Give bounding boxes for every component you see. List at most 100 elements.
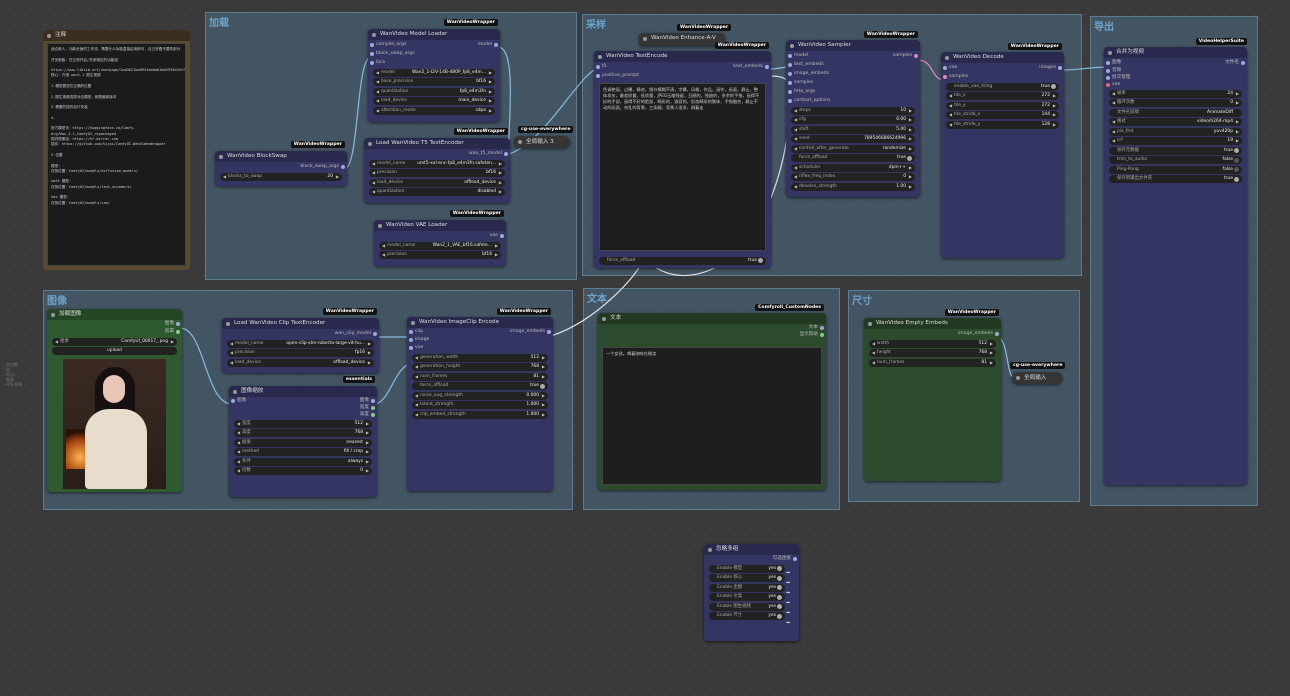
jump-arrow-icon[interactable]: ➡ — [786, 598, 796, 608]
widget-t5-precision[interactable]: ◀ precision bf16 ▶ — [369, 169, 505, 177]
arrow-left-icon[interactable]: ◀ — [237, 467, 240, 475]
arrow-left-icon[interactable]: ◀ — [872, 349, 875, 357]
arrow-left-icon[interactable]: ◀ — [415, 401, 418, 409]
arrow-right-icon[interactable]: ▶ — [542, 411, 545, 419]
toggle-icon[interactable] — [777, 585, 782, 590]
arrow-right-icon[interactable]: ▶ — [1236, 118, 1239, 126]
arrow-right-icon[interactable]: ▶ — [542, 373, 545, 381]
socket-icon[interactable] — [596, 64, 600, 69]
widget-pix-fmt[interactable]: ◀ pix_fmt yuv420p ▶ — [1109, 127, 1242, 136]
widget-save-output[interactable]: 保存到输出文件夹 true — [1109, 175, 1242, 183]
arrow-left-icon[interactable]: ◀ — [415, 354, 418, 362]
socket-icon[interactable] — [765, 64, 769, 69]
arrow-left-icon[interactable]: ◀ — [372, 169, 375, 177]
widget-resize-height[interactable]: ◀ 高度 768 ▶ — [234, 429, 372, 437]
socket-icon[interactable] — [995, 331, 999, 336]
arrow-right-icon[interactable]: ▶ — [489, 69, 492, 77]
widget-t5-load-device[interactable]: ◀ load_device offload_device ▶ — [369, 178, 505, 187]
arrow-right-icon[interactable]: ▶ — [366, 420, 369, 428]
output-height[interactable]: 高度 — [229, 411, 377, 418]
widget-cfg[interactable]: ◀ cfg 6.00 ▶ — [791, 116, 915, 124]
text-node[interactable]: Comfyroll_CustomNodes 文本 文本 显示帮助 一个女孩。喝着… — [598, 304, 826, 490]
negative-prompt-textarea[interactable]: 色调艳丽，过曝，静态，细节模糊不清，字幕，风格，作品，画作，画面，静止，整体发灰… — [599, 83, 766, 251]
socket-icon[interactable] — [596, 73, 600, 78]
widget-clip-force-offload[interactable]: force_offload true — [412, 382, 548, 390]
arrow-left-icon[interactable]: ◀ — [415, 363, 418, 371]
socket-icon[interactable] — [1106, 82, 1110, 87]
t5-encoder-node[interactable]: WanVideoWrapper Load WanVideo T5 TextEnc… — [364, 128, 510, 203]
widget-control-after-generate[interactable]: ◀ control_after_generate randomize ▶ — [791, 144, 915, 153]
arrow-left-icon[interactable]: ◀ — [1112, 128, 1115, 136]
widget-ping-pong[interactable]: Ping-Pong false — [1109, 165, 1242, 174]
resize-node[interactable]: essentials 图像缩放 图像 图像 宽度 高度 ◀ 宽度 512 ▶ ◀ 高度 76… — [229, 376, 377, 497]
arrow-left-icon[interactable]: ◀ — [237, 429, 240, 437]
toggle-icon[interactable] — [758, 258, 763, 263]
widget-steps[interactable]: ◀ steps 10 ▶ — [791, 106, 915, 115]
input-block-swap-args[interactable]: block_swap_args — [368, 49, 500, 58]
arrow-left-icon[interactable]: ◀ — [949, 121, 952, 129]
arrow-left-icon[interactable]: ◀ — [237, 420, 240, 428]
arrow-left-icon[interactable]: ◀ — [794, 116, 797, 124]
arrow-right-icon[interactable]: ▶ — [1236, 90, 1239, 98]
arrow-right-icon[interactable]: ▶ — [368, 340, 371, 348]
widget-latent-strength[interactable]: ◀ latent_strength 1.000 ▶ — [412, 401, 548, 409]
arrow-right-icon[interactable]: ▶ — [1053, 102, 1056, 110]
widget-format[interactable]: ◀ 格式 video/h264-mp4 ▶ — [1109, 118, 1242, 126]
output-width[interactable]: 宽度 — [229, 404, 377, 411]
widget-filename-prefix[interactable]: 文件名前缀 AnimateDiff — [1109, 108, 1242, 117]
arrow-right-icon[interactable]: ▶ — [909, 145, 912, 153]
widget-save-metadata[interactable]: 保存元数据 true — [1109, 146, 1242, 155]
socket-icon[interactable] — [547, 330, 551, 334]
toggle-icon[interactable] — [777, 566, 782, 571]
socket-icon[interactable] — [793, 557, 797, 561]
socket-icon[interactable] — [788, 62, 792, 67]
arrow-left-icon[interactable]: ◀ — [372, 188, 375, 196]
input-images[interactable]: 图像 文件名 — [1104, 58, 1247, 67]
arrow-right-icon[interactable]: ▶ — [366, 429, 369, 437]
toggle-icon[interactable] — [1234, 167, 1239, 172]
arrow-right-icon[interactable]: ▶ — [909, 135, 912, 143]
arrow-left-icon[interactable]: ◀ — [230, 340, 233, 348]
widget-tile-stride-y[interactable]: ◀ tile_stride_y 128 ▶ — [946, 120, 1059, 129]
arrow-right-icon[interactable]: ▶ — [489, 107, 492, 115]
input-batch-manager[interactable]: 批次管理 — [1104, 74, 1247, 81]
widget-clip-model-name[interactable]: ◀ model_name open-clip-xlm-roberta-large-v… — [227, 339, 374, 348]
load-image-node[interactable]: 加载图像 图像 遮罩 ◀ 图像 ComfyUI_00017_.png ▶ upload — [47, 309, 182, 492]
output-text[interactable]: 文本 — [598, 324, 826, 331]
widget-clip-load-device[interactable]: ◀ load_device offload_device ▶ — [227, 358, 374, 367]
arrow-left-icon[interactable]: ◀ — [230, 359, 233, 367]
input-image-embeds[interactable]: image_embeds — [786, 69, 920, 78]
jump-arrow-icon[interactable]: ➡ — [786, 578, 796, 588]
output-image[interactable]: 图像 — [47, 320, 182, 328]
socket-icon[interactable] — [788, 98, 792, 103]
arrow-right-icon[interactable]: ▶ — [990, 359, 993, 367]
arrow-right-icon[interactable]: ▶ — [499, 160, 502, 168]
widget-vae-model-name[interactable]: ◀ model_name Wan2_1_VAE_bf16.safete... ▶ — [379, 241, 501, 250]
widget-t5-quantization[interactable]: ◀ quantization disabled ▶ — [369, 188, 505, 196]
input-resize-image[interactable]: 图像 图像 — [229, 397, 377, 404]
clip-loader-node[interactable]: WanVideoWrapper Load WanVideo Clip TextE… — [222, 308, 379, 373]
arrow-left-icon[interactable]: ◀ — [794, 126, 797, 134]
toggle-icon[interactable] — [540, 383, 545, 389]
widget-seed[interactable]: ◀ seed 789546686624996 ▶ — [791, 135, 915, 143]
socket-icon[interactable] — [494, 42, 498, 47]
arrow-right-icon[interactable]: ▶ — [990, 349, 993, 357]
widget-riflex-freq-index[interactable]: ◀ riflex_freq_index 0 ▶ — [791, 173, 915, 181]
arrow-left-icon[interactable]: ◀ — [372, 179, 375, 187]
output-show-help[interactable]: 显示帮助 — [598, 331, 826, 338]
socket-icon[interactable] — [409, 346, 413, 350]
arrow-left-icon[interactable]: ◀ — [415, 411, 418, 419]
output-wan-t5-model[interactable]: wan_t5_model — [364, 149, 510, 158]
arrow-right-icon[interactable]: ▶ — [909, 126, 912, 134]
widget-condition[interactable]: ◀ 条件 always ▶ — [234, 457, 372, 466]
arrow-left-icon[interactable]: ◀ — [376, 78, 379, 86]
input-clip[interactable]: clip image_embeds — [407, 328, 553, 336]
toggle-enable-output[interactable]: Enable 出图 yes — [709, 583, 785, 592]
arrow-left-icon[interactable]: ◀ — [55, 338, 58, 346]
arrow-left-icon[interactable]: ◀ — [372, 160, 375, 168]
arrow-right-icon[interactable]: ▶ — [1236, 137, 1239, 145]
arrow-left-icon[interactable]: ◀ — [949, 102, 952, 110]
model-loader-node[interactable]: WanVideoWrapper WanVideo Model Loader co… — [368, 19, 500, 122]
socket-icon[interactable] — [820, 325, 824, 330]
input-image[interactable]: image — [407, 336, 553, 344]
